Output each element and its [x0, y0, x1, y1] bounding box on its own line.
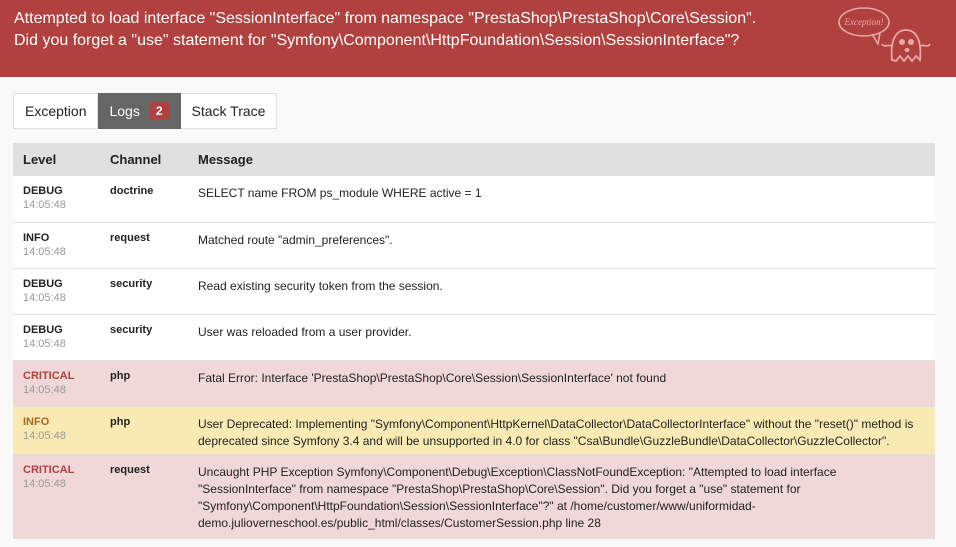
- log-row: DEBUG 14:05:48 security User was reloaded…: [13, 314, 935, 361]
- log-level: INFO: [23, 231, 50, 244]
- log-time: 14:05:48: [23, 245, 66, 258]
- log-level: DEBUG: [23, 277, 63, 290]
- log-time: 14:05:48: [23, 429, 66, 442]
- tab-bar: Exception Logs 2 Stack Trace: [13, 93, 278, 129]
- log-row: CRITICAL 14:05:48 php Fatal Error: Interf…: [13, 360, 935, 407]
- log-level: CRITICAL: [23, 463, 75, 476]
- log-message: SELECT name FROM ps_module WHERE active …: [198, 186, 482, 200]
- log-row: DEBUG 14:05:48 security Read existing sec…: [13, 268, 935, 315]
- exception-header: Attempted to load interface "SessionInte…: [0, 0, 956, 77]
- logs-table-header: Level Channel Message: [13, 143, 935, 176]
- log-channel: request: [110, 463, 150, 476]
- column-header-level: Level: [23, 152, 57, 167]
- log-message: User Deprecated: Implementing "Symfony\C…: [198, 416, 914, 448]
- log-level: DEBUG: [23, 323, 63, 336]
- log-level: CRITICAL: [23, 369, 75, 382]
- log-message: User was reloaded from a user provider.: [198, 324, 412, 339]
- log-time: 14:05:48: [23, 383, 66, 396]
- logs-table: Level Channel Message DEBUG 14:05:48 doct…: [13, 143, 935, 539]
- log-row: INFO 14:05:48 request Matched route "admi…: [13, 222, 935, 269]
- log-message: Read existing security token from the se…: [198, 278, 443, 293]
- ghost-speech-text: Exception!: [844, 17, 884, 27]
- exception-ghost-icon: Exception!: [838, 7, 931, 63]
- log-row: INFO 14:05:48 php User Deprecated: Implem…: [13, 406, 935, 455]
- tab-logs[interactable]: Logs 2: [98, 93, 181, 129]
- column-header-message: Message: [198, 152, 253, 167]
- log-channel: php: [110, 415, 131, 428]
- log-time: 14:05:48: [23, 477, 66, 490]
- logs-count-badge: 2: [149, 102, 169, 120]
- log-channel: doctrine: [110, 185, 154, 197]
- log-time: 14:05:48: [23, 291, 66, 304]
- log-channel: security: [110, 277, 153, 290]
- exception-message-line-1: Attempted to load interface "SessionInte…: [14, 10, 757, 27]
- log-channel: security: [110, 323, 153, 336]
- exception-message-line-2: Did you forget a "use" statement for "Sy…: [14, 32, 740, 49]
- log-time: 14:05:48: [23, 337, 66, 350]
- log-channel: request: [110, 231, 150, 244]
- log-level: INFO: [23, 415, 50, 428]
- tab-stack-trace-label: Stack Trace: [191, 103, 266, 119]
- log-row: DEBUG 14:05:48 doctrine SELECT name FROM …: [13, 176, 935, 223]
- log-time: 14:05:48: [23, 199, 66, 211]
- log-message: Fatal Error: Interface 'PrestaShop\Prest…: [198, 370, 667, 385]
- tab-logs-label: Logs: [109, 103, 140, 119]
- tab-exception[interactable]: Exception: [13, 93, 99, 129]
- log-level: DEBUG: [23, 185, 63, 197]
- tab-stack-trace[interactable]: Stack Trace: [180, 93, 278, 129]
- column-header-channel: Channel: [110, 152, 162, 167]
- log-message: Matched route "admin_preferences".: [198, 232, 393, 247]
- log-message: Uncaught PHP Exception Symfony\Component…: [198, 464, 837, 530]
- tab-exception-label: Exception: [25, 103, 87, 119]
- log-row: CRITICAL 14:05:48 request Uncaught PHP Ex…: [13, 454, 935, 539]
- log-channel: php: [110, 369, 131, 382]
